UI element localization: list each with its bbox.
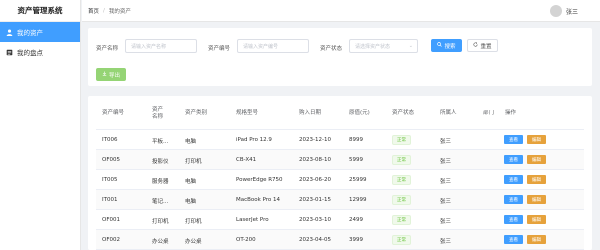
col-header: 部门	[483, 110, 495, 116]
view-button[interactable]: 查看	[504, 175, 523, 184]
top-header: 首页 / 我的资产 张三	[82, 0, 600, 22]
export-button[interactable]: 导出	[96, 68, 126, 81]
sidebar-item-my-assets[interactable]: 我的资产	[0, 22, 80, 42]
view-button[interactable]: 查看	[504, 235, 523, 244]
col-header: 资产编号	[102, 110, 125, 116]
edit-button[interactable]: 编辑	[527, 195, 546, 204]
table-row: IT006 平板... 电脑 iPad Pro 12.9 2023-12-10 …	[96, 130, 584, 150]
col-header: 购入日期	[299, 110, 322, 116]
col-header: 资产状态	[392, 110, 415, 116]
search-button[interactable]: 搜索	[431, 39, 462, 52]
asset-name-label: 资产名称	[96, 46, 119, 52]
asset-status-label: 资产状态	[320, 46, 343, 52]
col-header: 资产类别	[185, 110, 208, 116]
search-icon	[437, 42, 443, 49]
table-row: IT001 笔记... 电脑 MacBook Pro 14 2023-01-15…	[96, 190, 584, 210]
edit-button[interactable]: 编辑	[527, 155, 546, 164]
username[interactable]: 张三	[566, 7, 578, 16]
chevron-down-icon: ⌄	[408, 43, 413, 49]
view-button[interactable]: 查看	[504, 135, 523, 144]
download-icon	[102, 71, 107, 78]
table-row: OF002 办公桌 办公桌 OT-200 2023-04-05 3999 正常 …	[96, 230, 584, 250]
asset-table: 资产编号 资产名称 资产类别 规格型号 购入日期 原值(元) 资产状态 所属人 …	[88, 96, 592, 250]
table-header: 资产编号 资产名称 资产类别 规格型号 购入日期 原值(元) 资产状态 所属人 …	[96, 104, 584, 130]
view-button[interactable]: 查看	[504, 155, 523, 164]
view-button[interactable]: 查看	[504, 215, 523, 224]
edit-button[interactable]: 编辑	[527, 135, 546, 144]
sidebar-item-label: 我的资产	[17, 29, 43, 37]
status-badge: 正常	[392, 175, 411, 185]
col-header: 操作	[505, 110, 517, 116]
status-badge: 正常	[392, 135, 411, 145]
edit-button[interactable]: 编辑	[527, 235, 546, 244]
sidebar-item-my-inventory[interactable]: 我的盘点	[0, 42, 80, 62]
table-row: IT005 服务器 电脑 PowerEdge R750 2023-06-20 2…	[96, 170, 584, 190]
reset-button[interactable]: 重置	[467, 39, 498, 52]
col-header: 规格型号	[236, 110, 259, 116]
col-header: 资产名称	[152, 107, 164, 120]
user-menu[interactable]: 张三	[549, 5, 578, 17]
breadcrumb-home[interactable]: 首页	[88, 7, 99, 15]
user-icon	[5, 29, 13, 36]
status-badge: 正常	[392, 215, 411, 225]
asset-code-label: 资产编号	[208, 46, 231, 52]
table-row: OF005 投影仪 打印机 CB-X41 2023-08-10 5999 正常 …	[96, 150, 584, 170]
sidebar-item-label: 我的盘点	[17, 49, 43, 57]
sidebar: 资产管理系统 我的资产 我的盘点	[0, 0, 81, 250]
status-badge: 正常	[392, 235, 411, 245]
edit-button[interactable]: 编辑	[527, 175, 546, 184]
table-row: OF001 打印机 打印机 LaserJet Pro 2023-03-10 24…	[96, 210, 584, 230]
asset-name-input[interactable]: 请输入资产名称	[125, 39, 197, 53]
edit-button[interactable]: 编辑	[527, 215, 546, 224]
app-title: 资产管理系统	[0, 0, 80, 22]
view-button[interactable]: 查看	[504, 195, 523, 204]
breadcrumb-separator: /	[103, 7, 105, 14]
list-icon	[5, 49, 13, 56]
avatar[interactable]	[549, 5, 562, 17]
status-badge: 正常	[392, 195, 411, 205]
search-form: 资产名称 请输入资产名称 资产编号 请输入资产编号 资产状态 请选择资产状态 ⌄…	[88, 28, 592, 86]
asset-code-input[interactable]: 请输入资产编号	[237, 39, 309, 53]
status-badge: 正常	[392, 155, 411, 165]
asset-status-select[interactable]: 请选择资产状态 ⌄	[349, 39, 418, 53]
breadcrumb-current: 我的资产	[108, 8, 131, 15]
col-header: 原值(元)	[349, 110, 370, 116]
col-header: 所属人	[440, 110, 457, 116]
refresh-icon	[473, 42, 479, 49]
